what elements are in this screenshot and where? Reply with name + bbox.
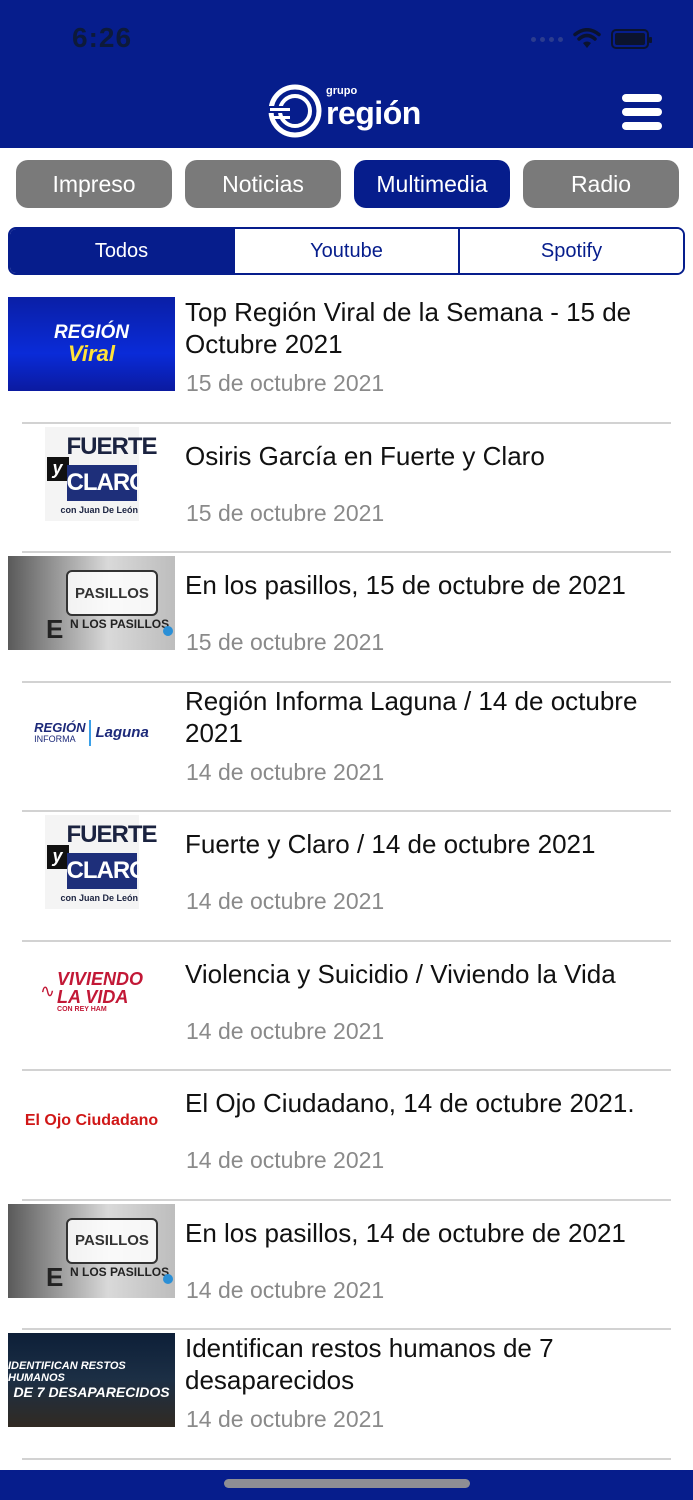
logo-dot-icon: [163, 626, 173, 636]
item-date: 14 de octubre 2021: [186, 1017, 385, 1044]
list-item[interactable]: REGIÓN INFORMA Laguna Región Informa Lag…: [0, 683, 693, 812]
restos-humanos-thumbnail: IDENTIFICAN RESTOS HUMANOS DE 7 DESAPARE…: [8, 1333, 175, 1427]
item-date: 14 de octubre 2021: [186, 758, 385, 785]
category-selector: Impreso Noticias Multimedia Radio: [16, 160, 679, 208]
list-item[interactable]: FUERTE y CLARO con Juan De León Osiris G…: [0, 424, 693, 553]
app-header: 6:26 grupo región: [0, 0, 693, 148]
thumb-text: CLARO: [66, 464, 148, 501]
logo-main-text: región: [326, 94, 421, 131]
thumb-text: PASILLOS: [66, 570, 158, 616]
en-los-pasillos-thumbnail: PASILLOS E N LOS PASILLOS: [8, 1203, 175, 1298]
thumb-text: INFORMA: [34, 734, 76, 744]
wifi-icon: [573, 28, 601, 48]
en-los-pasillos-thumbnail: PASILLOS E N LOS PASILLOS: [8, 556, 175, 650]
thumb-text: PASILLOS: [66, 1217, 158, 1264]
item-title: Osiris García en Fuerte y Claro: [185, 440, 545, 471]
category-multimedia[interactable]: Multimedia: [354, 160, 510, 208]
thumb-text: El Ojo Ciudadano: [24, 1112, 159, 1129]
category-radio[interactable]: Radio: [523, 160, 679, 208]
item-title: Región Informa Laguna / 14 de octubre 20…: [185, 685, 638, 748]
item-date: 15 de octubre 2021: [186, 629, 385, 655]
cellular-signal-icon: [531, 36, 563, 42]
tab-youtube[interactable]: Youtube: [233, 229, 458, 273]
thumb-text: LA VIDA: [57, 987, 129, 1007]
thumb-text: y: [46, 845, 69, 869]
thumb-text: E: [46, 1261, 64, 1292]
thumb-text: REGIÓN: [54, 322, 129, 343]
list-item[interactable]: PASILLOS E N LOS PASILLOS En los pasillo…: [0, 553, 693, 683]
hamburger-menu-icon[interactable]: [622, 94, 662, 130]
thumb-text: DE 7 DESAPARECIDOS: [13, 1384, 170, 1400]
thumb-text: con Juan De León: [60, 504, 139, 515]
category-impreso[interactable]: Impreso: [16, 160, 172, 208]
list-item[interactable]: ∿ VIVIENDO LA VIDA CON REY HAM Violencia…: [0, 942, 693, 1071]
thumb-text: CON REY HAM: [57, 1006, 107, 1013]
thumb-text: E: [46, 614, 64, 644]
thumb-text: FUERTE: [66, 821, 158, 848]
tab-spotify[interactable]: Spotify: [458, 229, 683, 273]
fuerte-y-claro-thumbnail: FUERTE y CLARO con Juan De León: [8, 426, 175, 521]
thumb-text: Viral: [68, 341, 115, 366]
region-viral-thumbnail: REGIÓN Viral: [8, 297, 175, 391]
item-title: En los pasillos, 14 de octubre de 2021: [185, 1217, 626, 1248]
thumb-text: N LOS PASILLOS: [70, 617, 170, 631]
item-title: Fuerte y Claro / 14 de octubre 2021: [185, 829, 596, 859]
item-date: 14 de octubre 2021: [186, 888, 385, 914]
list-item[interactable]: IDENTIFICAN RESTOS HUMANOS DE 7 DESAPARE…: [0, 1330, 693, 1460]
status-time: 6:26: [72, 22, 133, 53]
logo-dot-icon: [163, 1273, 173, 1284]
thumb-text: IDENTIFICAN RESTOS HUMANOS: [8, 1360, 126, 1384]
item-title: Top Región Viral de la Semana - 15 de Oc…: [185, 297, 632, 359]
list-item[interactable]: El Ojo Ciudadano El Ojo Ciudadano, 14 de…: [0, 1071, 693, 1201]
item-title: En los pasillos, 15 de octubre de 2021: [185, 570, 626, 600]
thumb-text: FUERTE: [66, 432, 158, 460]
thumb-text: REGIÓN: [34, 720, 86, 735]
thumb-text: con Juan De León: [60, 893, 139, 903]
grupo-region-logo: grupo región: [266, 82, 421, 140]
thumb-text: N LOS PASILLOS: [70, 1264, 170, 1279]
media-list: REGIÓN Viral Top Región Viral de la Sema…: [0, 294, 693, 1460]
list-item[interactable]: REGIÓN Viral Top Región Viral de la Sema…: [0, 294, 693, 424]
category-noticias[interactable]: Noticias: [185, 160, 341, 208]
thumb-text: y: [46, 456, 69, 481]
thumb-text: VIVIENDO: [57, 969, 144, 989]
thumb-text: CLARO: [66, 853, 148, 889]
item-title: Identifican restos humanos de 7 desapare…: [185, 1333, 554, 1395]
item-date: 14 de octubre 2021: [186, 1147, 385, 1173]
item-date: 14 de octubre 2021: [186, 1276, 385, 1303]
item-date: 15 de octubre 2021: [186, 370, 385, 396]
item-title: Violencia y Suicidio / Viviendo la Vida: [185, 958, 616, 989]
home-indicator[interactable]: [224, 1479, 470, 1488]
item-title: El Ojo Ciudadano, 14 de octubre 2021.: [185, 1088, 635, 1118]
viviendo-la-vida-thumbnail: ∿ VIVIENDO LA VIDA CON REY HAM: [8, 944, 175, 1039]
region-logo-icon: [268, 84, 322, 138]
region-informa-laguna-thumbnail: REGIÓN INFORMA Laguna: [8, 685, 175, 780]
item-date: 14 de octubre 2021: [186, 1406, 385, 1432]
fuerte-y-claro-thumbnail: FUERTE y CLARO con Juan De León: [8, 815, 175, 909]
tab-todos[interactable]: Todos: [10, 229, 233, 273]
list-item[interactable]: PASILLOS E N LOS PASILLOS En los pasillo…: [0, 1201, 693, 1330]
source-tabs: Todos Youtube Spotify: [8, 227, 685, 275]
heartbeat-icon: ∿: [39, 981, 56, 1001]
battery-icon: [611, 29, 652, 49]
list-item[interactable]: FUERTE y CLARO con Juan De León Fuerte y…: [0, 812, 693, 942]
ojo-ciudadano-thumbnail: El Ojo Ciudadano: [8, 1074, 175, 1168]
status-icons: [531, 28, 652, 50]
thumb-text: Laguna: [95, 724, 149, 741]
divider: [22, 1457, 671, 1460]
item-date: 15 de octubre 2021: [186, 499, 385, 526]
